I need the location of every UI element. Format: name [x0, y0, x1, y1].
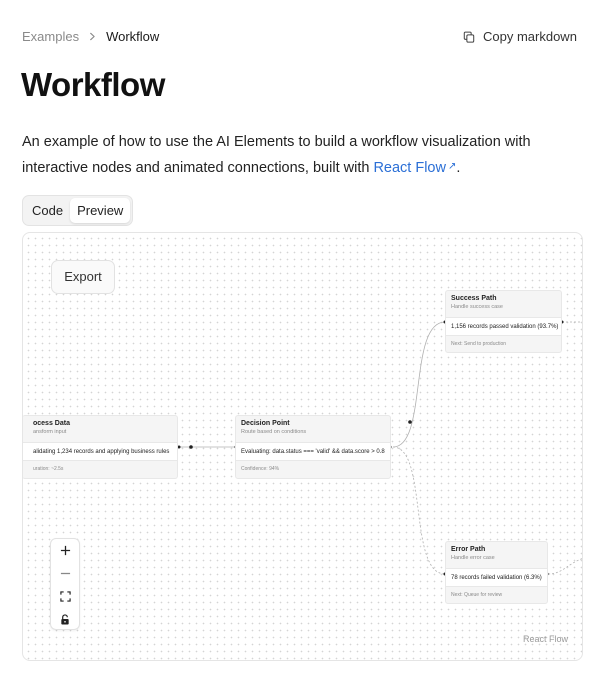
- lock-button[interactable]: [51, 608, 79, 631]
- node-decision-subtitle: Route based on conditions: [241, 429, 307, 435]
- node-decision-point[interactable]: Decision Point Route based on conditions…: [235, 415, 391, 479]
- export-button[interactable]: Export: [51, 260, 115, 294]
- tab-code[interactable]: Code: [25, 198, 70, 223]
- page-description: An example of how to use the AI Elements…: [22, 131, 582, 180]
- node-decision-body: Evaluating: data.status === 'valid' && d…: [236, 443, 390, 461]
- edge-animated-dot-2: [408, 420, 412, 424]
- view-tabs: Code Preview: [22, 195, 134, 226]
- breadcrumb-examples-link[interactable]: Examples: [22, 29, 79, 44]
- zoom-out-button[interactable]: [51, 562, 79, 585]
- preview-panel: Export ocess Data ansform input alidatin…: [22, 232, 583, 661]
- node-process-title: ocess Data: [33, 420, 70, 427]
- node-process-subtitle: ansform input: [33, 429, 67, 435]
- copy-markdown-label: Copy markdown: [483, 29, 577, 44]
- node-success-path[interactable]: Success Path Handle success case 1,156 r…: [445, 290, 562, 353]
- node-success-body: 1,156 records passed validation (93.7%): [446, 318, 561, 336]
- edge-decision-success: [392, 321, 446, 448]
- react-flow-link[interactable]: React Flow ↗: [373, 160, 456, 176]
- fit-view-icon: [59, 591, 71, 602]
- node-success-footer: Next: Send to production: [451, 341, 507, 347]
- breadcrumb-current: Workflow: [106, 29, 160, 44]
- minus-icon: [60, 572, 70, 575]
- fit-view-button[interactable]: [51, 585, 79, 608]
- node-success-subtitle: Handle success case: [451, 304, 503, 310]
- edge-error-out: [547, 558, 582, 575]
- copy-markdown-button[interactable]: Copy markdown: [463, 29, 577, 44]
- plus-icon: [60, 545, 70, 556]
- zoom-in-button[interactable]: [51, 539, 79, 562]
- node-process-data[interactable]: ocess Data ansform input alidating 1,234…: [23, 415, 178, 479]
- breadcrumb: Examples Workflow: [22, 29, 159, 44]
- page-title: Workflow: [21, 66, 165, 103]
- node-decision-footer: Confidence: 94%: [241, 466, 280, 472]
- chevron-right-icon: [88, 32, 97, 41]
- flow-controls: [50, 538, 80, 630]
- node-decision-title: Decision Point: [241, 420, 290, 427]
- react-flow-attribution[interactable]: React Flow: [523, 634, 568, 644]
- node-error-footer: Next: Queue for review: [451, 592, 503, 598]
- node-process-body: alidating 1,234 records and applying bus…: [23, 443, 177, 461]
- node-error-title: Error Path: [451, 546, 486, 553]
- description-end: .: [456, 159, 461, 176]
- node-error-path[interactable]: Error Path Handle error case 78 records …: [445, 541, 548, 604]
- node-error-body: 78 records failed validation (6.3%): [446, 569, 547, 587]
- copy-icon: [463, 31, 475, 43]
- edge-animated-dot: [189, 445, 193, 449]
- edge-decision-error: [392, 446, 446, 575]
- lock-icon: [61, 614, 69, 625]
- tab-preview[interactable]: Preview: [70, 198, 131, 223]
- node-error-subtitle: Handle error case: [451, 555, 495, 561]
- node-success-title: Success Path: [451, 295, 497, 302]
- node-process-footer: uration: ~2.5s: [33, 466, 64, 472]
- react-flow-link-text: React Flow: [373, 159, 446, 176]
